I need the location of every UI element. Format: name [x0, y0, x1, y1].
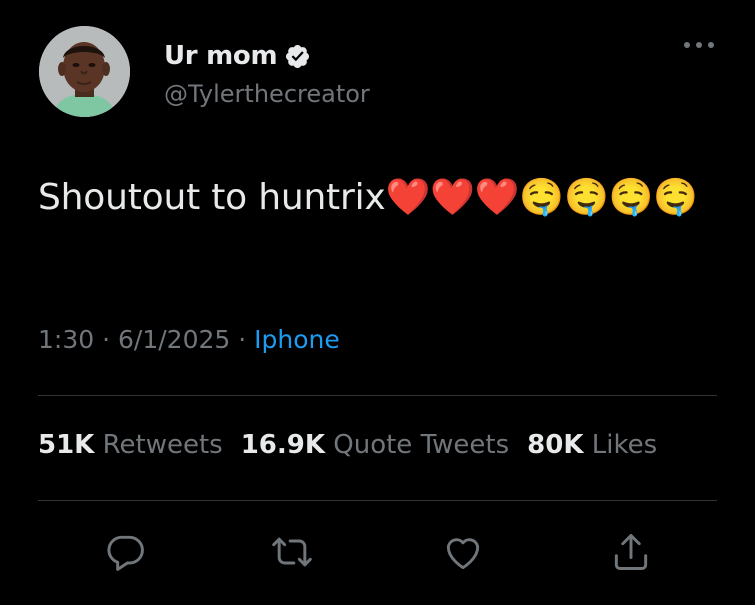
tweet-stats: 51K Retweets 16.9K Quote Tweets 80K Like…: [38, 430, 657, 460]
avatar-photo: [39, 26, 130, 117]
retweet-button[interactable]: [270, 530, 314, 574]
quotes-label: Quote Tweets: [333, 430, 510, 460]
reply-button[interactable]: [103, 530, 147, 574]
tweet-time[interactable]: 1:30: [38, 325, 94, 354]
like-button[interactable]: [441, 530, 485, 574]
tweet-date[interactable]: 6/1/2025: [118, 325, 230, 354]
quotes-count: 16.9K: [240, 430, 325, 460]
likes-count: 80K: [527, 430, 584, 460]
quotes-stat[interactable]: 16.9K Quote Tweets: [241, 430, 509, 460]
likes-label: Likes: [591, 430, 658, 460]
likes-stat[interactable]: 80K Likes: [527, 430, 657, 460]
reply-icon: [107, 535, 144, 571]
divider: [38, 500, 717, 501]
tweet-text: Shoutout to huntrix❤️❤️❤️🤤🤤🤤🤤: [38, 177, 698, 218]
display-name[interactable]: Ur mom: [164, 41, 278, 71]
user-handle[interactable]: @Tylerthecreator: [164, 80, 370, 108]
retweet-icon: [272, 537, 312, 567]
share-button[interactable]: [609, 530, 653, 574]
meta-separator: ·: [102, 325, 118, 354]
verified-badge-icon: [284, 43, 311, 70]
retweets-label: Retweets: [102, 430, 223, 460]
retweets-count: 51K: [38, 430, 95, 460]
share-icon: [614, 534, 648, 570]
avatar[interactable]: [39, 26, 130, 117]
tweet-meta: 1:30 · 6/1/2025 · Iphone: [38, 325, 340, 354]
divider: [38, 395, 717, 396]
meta-separator: ·: [238, 325, 255, 354]
more-options-icon[interactable]: [682, 34, 716, 56]
like-icon: [446, 538, 480, 570]
user-name-row[interactable]: Ur mom: [164, 41, 311, 71]
tweet-source-link[interactable]: Iphone: [254, 325, 340, 354]
retweets-stat[interactable]: 51K Retweets: [38, 430, 223, 460]
